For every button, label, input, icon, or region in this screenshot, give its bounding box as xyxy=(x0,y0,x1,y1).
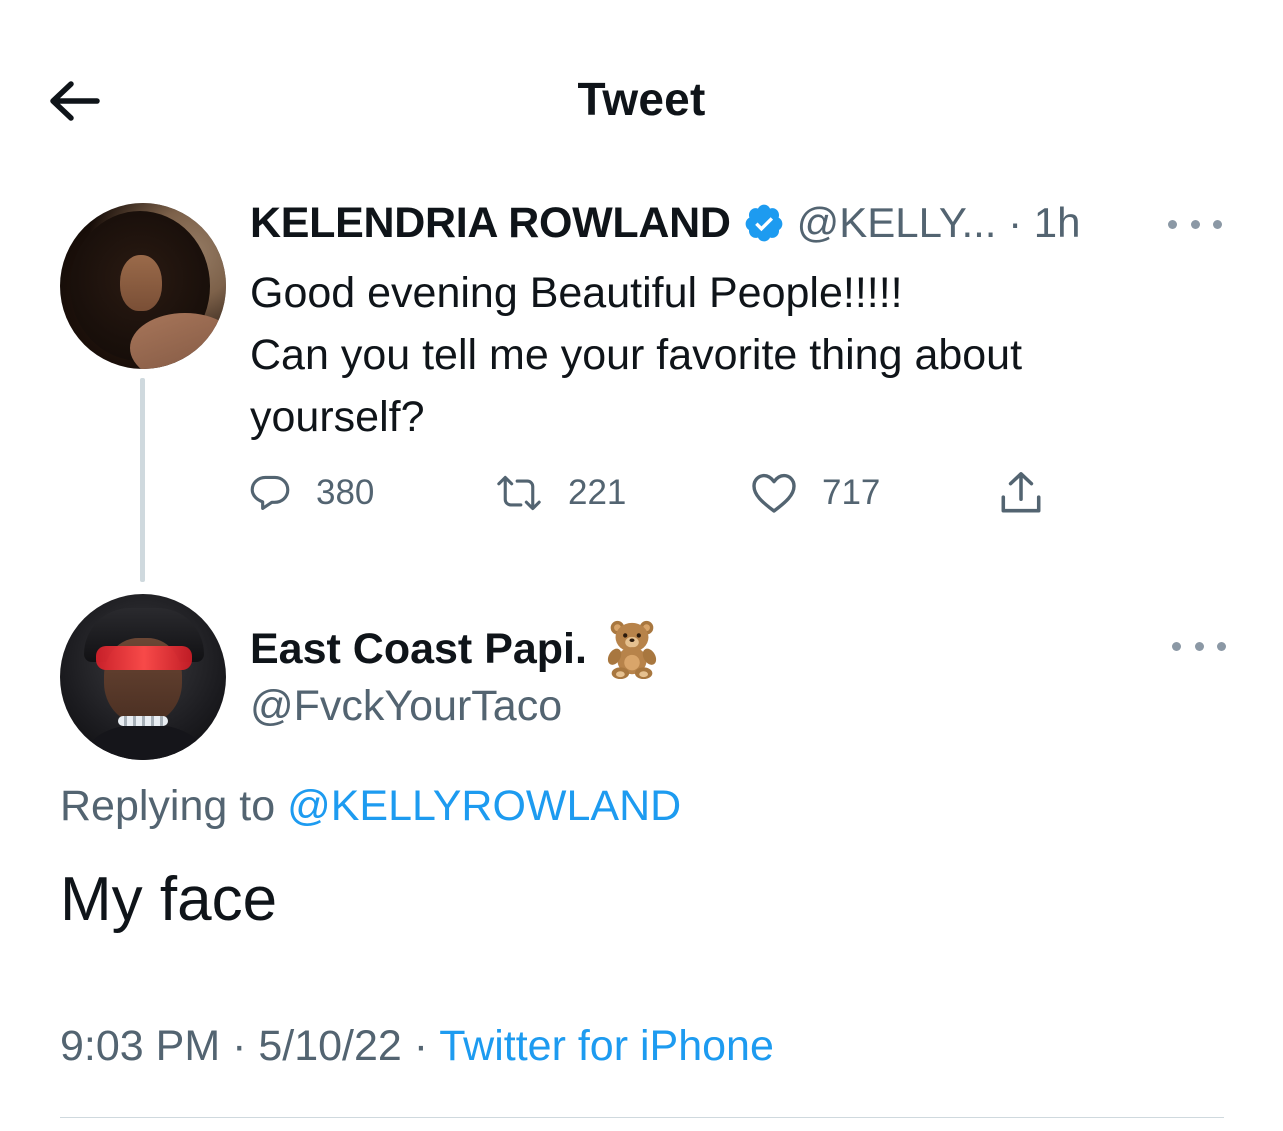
page-title: Tweet xyxy=(577,73,706,125)
avatar[interactable] xyxy=(60,203,226,369)
reply-count: 380 xyxy=(316,473,375,512)
reply-button[interactable]: 380 xyxy=(248,468,374,518)
tweet-timestamp-row: 9:03 PM · 5/10/22 · Twitter for iPhone xyxy=(60,1022,774,1071)
retweet-icon xyxy=(497,475,541,511)
more-dots-icon xyxy=(1168,219,1177,229)
reply-author-row: East Coast Papi. xyxy=(250,614,663,684)
tweet-timestamp[interactable]: 9:03 PM · 5/10/22 · xyxy=(60,1022,439,1070)
replying-to-mention-link[interactable]: @KELLYROWLAND xyxy=(287,782,681,830)
retweet-count: 221 xyxy=(568,473,627,512)
more-options-button[interactable] xyxy=(1168,212,1222,236)
parent-tweet-text: Good evening Beautiful People!!!!! Can y… xyxy=(250,269,1023,441)
replying-to-label: Replying to xyxy=(60,782,288,830)
more-options-button[interactable] xyxy=(1172,634,1226,658)
share-icon xyxy=(1001,472,1041,513)
avatar[interactable] xyxy=(60,594,226,760)
verified-badge-icon xyxy=(745,204,782,242)
more-dots-icon xyxy=(1172,641,1181,651)
parent-tweet-author-row: KELENDRIA ROWLAND @KELLY... · 1h xyxy=(250,194,1081,252)
share-button[interactable] xyxy=(996,468,1046,518)
tweet-source-link[interactable]: Twitter for iPhone xyxy=(439,1022,774,1070)
author-display-name[interactable]: KELENDRIA ROWLAND xyxy=(250,199,731,248)
heart-icon xyxy=(752,473,796,513)
divider xyxy=(60,1117,1224,1118)
reply-tweet-text: My face xyxy=(60,865,278,934)
reply-bubble-icon xyxy=(250,475,290,510)
replying-to: Replying to @KELLYROWLAND xyxy=(60,782,681,831)
author-handle[interactable]: @FvckYourTaco xyxy=(250,682,562,731)
like-button[interactable]: 717 xyxy=(750,468,880,518)
teddy-bear-emoji-icon xyxy=(607,620,657,680)
author-handle-and-time[interactable]: @KELLY... · 1h xyxy=(797,199,1081,247)
thread-connector-line xyxy=(140,378,145,582)
author-display-name[interactable]: East Coast Papi. xyxy=(250,625,587,674)
retweet-button[interactable]: 221 xyxy=(494,468,626,518)
like-count: 717 xyxy=(822,473,881,512)
